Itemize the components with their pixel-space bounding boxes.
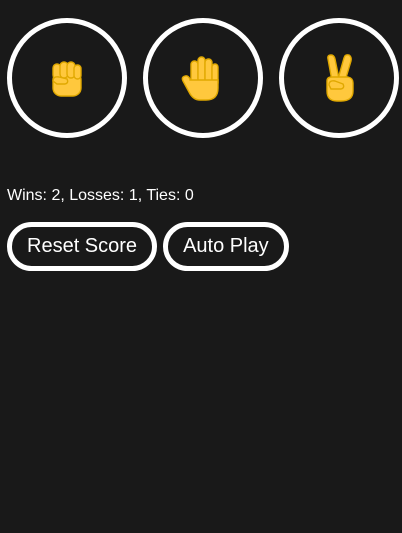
scissors-button[interactable] [279,18,399,138]
raised-fist-icon [45,56,89,100]
move-buttons [7,18,399,138]
paper-button[interactable] [143,18,263,138]
controls: Reset Score Auto Play [7,222,289,271]
reset-score-button[interactable]: Reset Score [7,222,158,271]
auto-play-button[interactable]: Auto Play [163,222,289,271]
rock-button[interactable] [7,18,127,138]
raised-hand-icon [180,54,226,102]
score-text: Wins: 2, Losses: 1, Ties: 0 [7,187,194,204]
victory-hand-icon [317,53,361,103]
